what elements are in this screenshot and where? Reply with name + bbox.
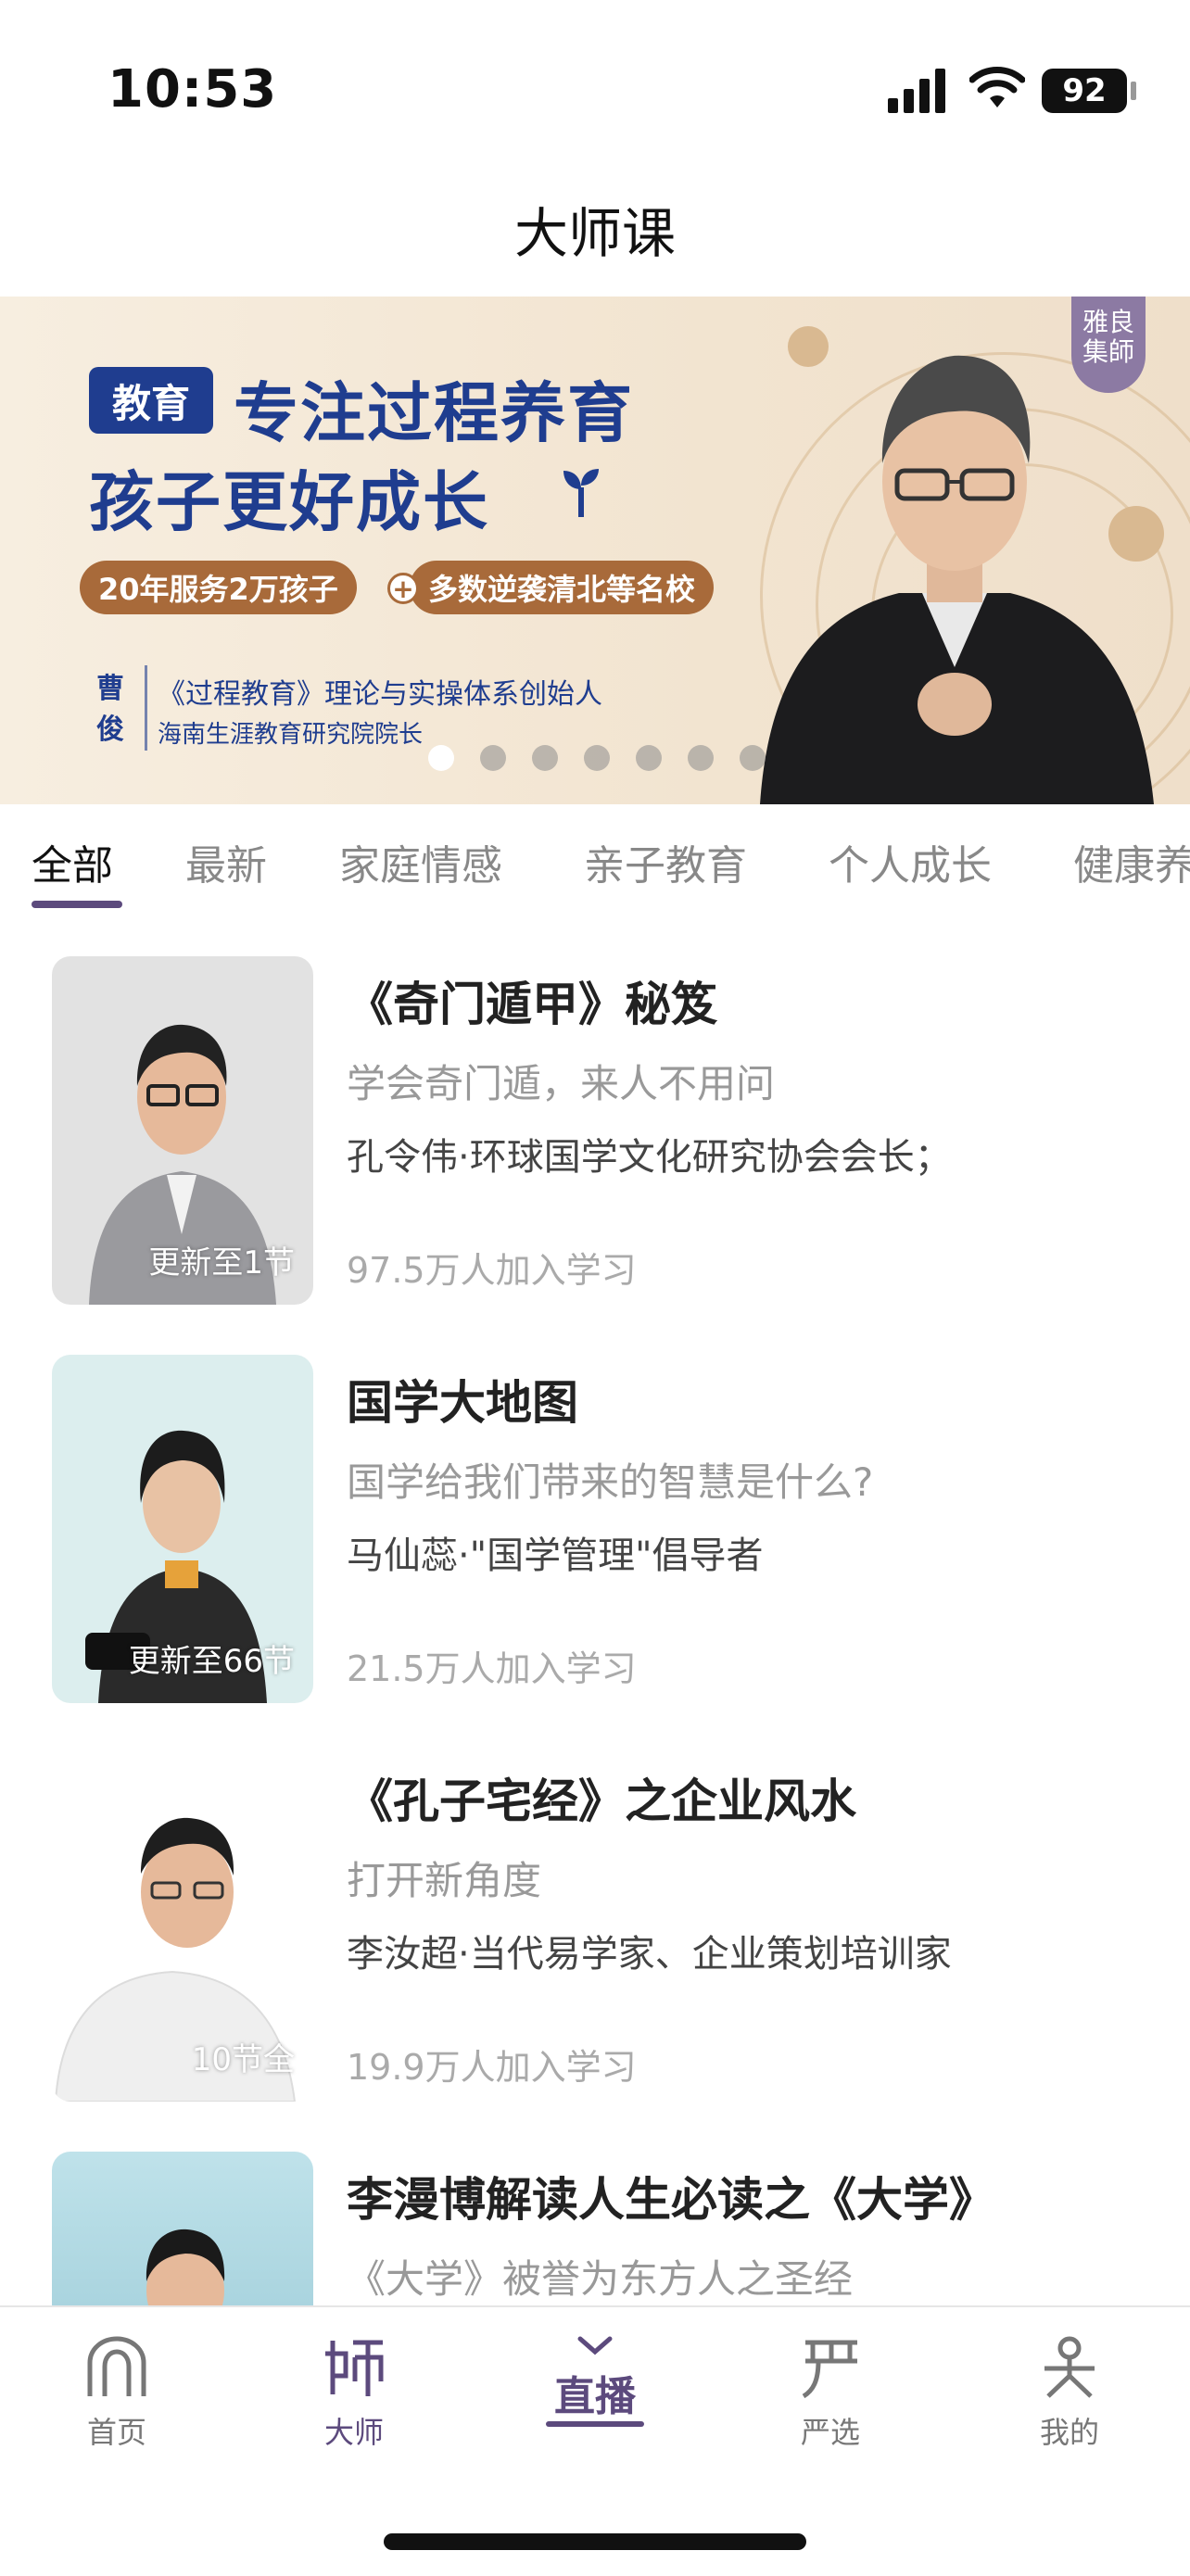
banner-pill-result: 多数逆袭清北等名校 — [410, 561, 715, 614]
tab-health[interactable]: 健康养 — [1073, 832, 1190, 891]
tab-all[interactable]: 全部 — [32, 832, 113, 891]
banner-speaker-title: 《过程教育》理论与实操体系创始人 — [158, 678, 602, 711]
course-item[interactable]: 更新至1节 《奇门遁甲》秘笈 学会奇门遁，来人不用问 孔令伟·环球国学文化研究协… — [0, 956, 1190, 1327]
nav-home-label: 首页 — [86, 2415, 146, 2450]
course-title: 《奇门遁甲》秘笈 — [347, 978, 717, 1031]
profile-icon — [1044, 2336, 1095, 2398]
tab-parenting[interactable]: 亲子教育 — [584, 832, 747, 891]
status-bar: 10:53 92 — [0, 0, 1190, 176]
nav-mine[interactable]: 我的 — [995, 2335, 1144, 2452]
nav-master-label: 大师 — [323, 2415, 384, 2450]
course-update-badge: 更新至1节 — [148, 1244, 295, 1282]
nav-select-label: 严选 — [800, 2415, 860, 2450]
banner-speaker-name: 曹俊 — [96, 673, 124, 746]
course-author: 李汝超·当代易学家、企业策划培训家 — [347, 1933, 952, 1976]
nav-live[interactable]: 直播 — [543, 2335, 647, 2431]
select-icon — [802, 2340, 857, 2399]
carousel-dot[interactable] — [584, 745, 610, 771]
nav-mine-label: 我的 — [1039, 2415, 1099, 2450]
nav-master[interactable]: 大师 — [280, 2335, 428, 2452]
carousel-dot[interactable] — [532, 745, 558, 771]
course-title: 李漫博解读人生必读之《大学》 — [347, 2173, 995, 2227]
course-author: 马仙蕊·"国学管理"倡导者 — [347, 1534, 764, 1577]
battery-indicator: 92 — [1042, 69, 1127, 113]
carousel-dot[interactable] — [636, 745, 662, 771]
banner-tag: 教育 — [89, 367, 213, 434]
banner-divider — [145, 665, 147, 751]
course-item[interactable]: 10节全 《孔子宅经》之企业风水 打开新角度 李汝超·当代易学家、企业策划培训家… — [0, 1753, 1190, 2124]
tab-personal-growth[interactable]: 个人成长 — [829, 832, 992, 891]
course-item[interactable]: 更新至66节 国学大地图 国学给我们带来的智慧是什么? 马仙蕊·"国学管理"倡导… — [0, 1355, 1190, 1725]
home-indicator[interactable] — [384, 2533, 806, 2550]
page-title: 大师课 — [513, 202, 676, 265]
course-subtitle: 学会奇门遁，来人不用问 — [347, 1061, 776, 1106]
course-subtitle: 《大学》被誉为东方人之圣经 — [347, 2256, 854, 2302]
sprout-icon — [563, 469, 599, 517]
nav-home[interactable]: 首页 — [43, 2335, 191, 2452]
course-learner-count: 21.5万人加入学习 — [347, 1648, 637, 1689]
promo-banner[interactable]: 教育 专注过程养育 孩子更好成长 20年服务2万孩子 多数逆袭清北等名校 + 曹… — [0, 297, 1190, 804]
brand-logo: 雅良集師 — [1071, 297, 1146, 393]
carousel-dot[interactable] — [740, 745, 766, 771]
course-subtitle: 打开新角度 — [347, 1858, 542, 1903]
cellular-signal-icon — [888, 69, 945, 113]
banner-speaker-role: 海南生涯教育研究院院长 — [158, 721, 424, 749]
course-update-badge: 10节全 — [191, 2041, 295, 2078]
tab-latest[interactable]: 最新 — [185, 832, 267, 891]
banner-headline: 专注过程养育 — [234, 375, 634, 451]
carousel-dot[interactable] — [480, 745, 506, 771]
home-icon — [87, 2336, 146, 2396]
nav-select[interactable]: 严选 — [756, 2335, 905, 2452]
carousel-indicator — [428, 745, 766, 771]
course-update-badge: 更新至66节 — [128, 1643, 295, 1680]
status-time: 10:53 — [108, 59, 278, 120]
course-title: 《孔子宅经》之企业风水 — [347, 1774, 856, 1828]
course-thumbnail: 更新至66节 — [52, 1355, 313, 1703]
course-learner-count: 97.5万人加入学习 — [347, 1250, 637, 1291]
wifi-icon — [969, 67, 1025, 107]
category-tabs: 全部 最新 家庭情感 亲子教育 个人成长 健康养 — [0, 804, 1190, 915]
course-thumbnail: 更新至1节 — [52, 956, 313, 1305]
battery-cap — [1131, 82, 1136, 100]
banner-subheadline: 孩子更好成长 — [89, 464, 489, 540]
tab-family-emotion[interactable]: 家庭情感 — [339, 832, 502, 891]
banner-pill-service: 20年服务2万孩子 — [80, 561, 357, 614]
course-title: 国学大地图 — [347, 1376, 578, 1430]
plus-icon: + — [387, 573, 419, 604]
tab-active-indicator — [32, 901, 122, 908]
course-author: 孔令伟·环球国学文化研究协会会长； — [347, 1136, 952, 1179]
course-thumbnail: 10节全 — [52, 1753, 313, 2102]
carousel-dot[interactable] — [428, 745, 454, 771]
carousel-dot[interactable] — [688, 745, 714, 771]
course-subtitle: 国学给我们带来的智慧是什么? — [347, 1459, 874, 1505]
nav-live-label: 直播 — [554, 2373, 636, 2420]
master-icon — [325, 2340, 384, 2396]
course-learner-count: 19.9万人加入学习 — [347, 2047, 637, 2088]
